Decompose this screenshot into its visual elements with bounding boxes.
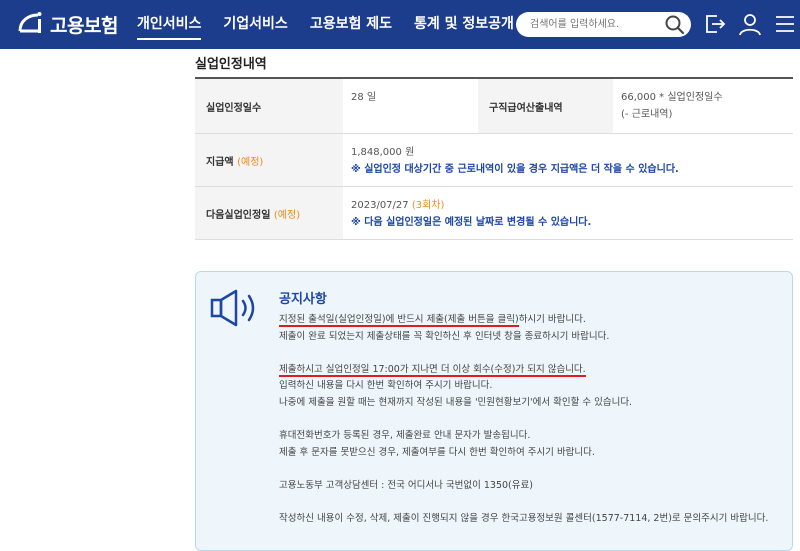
- menu-icon[interactable]: [774, 12, 796, 36]
- notice-line: 나중에 제출을 원할 때는 현재까지 작성된 내용을 '민원현황보기'에서 확인…: [279, 396, 633, 408]
- next-note: ※ 다음 실업인정일은 예정된 날짜로 변경될 수 있습니다.: [351, 217, 592, 228]
- next-value: 2023/07/27: [351, 200, 409, 211]
- notice-line: 지정된 출석일(실업인정일)에 반드시 제출(제출 버튼을 클릭)하시기 바랍니…: [279, 312, 784, 329]
- next-label-tag: (예정): [273, 209, 301, 221]
- calc-value-line-2: (- 근로내역): [621, 109, 673, 120]
- table-row: 다음실업인정일 (예정) 2023/07/27 (3회차) ※ 다음 실업인정일…: [195, 187, 793, 240]
- nav-statistics[interactable]: 통계 및 정보공개: [414, 0, 514, 49]
- notice-line: 고용노동부 고객상담센터 : 전국 어디서나 국번없이 1350(유료): [279, 479, 533, 491]
- main-nav: 개인서비스 기업서비스 고용보험 제도 통계 및 정보공개: [137, 0, 536, 49]
- next-value-cell: 2023/07/27 (3회차) ※ 다음 실업인정일은 예정된 날짜로 변경될…: [343, 187, 793, 239]
- search-icon[interactable]: [664, 14, 685, 35]
- notice-line: 입력하신 내용을 다시 한번 확인하여 주시기 바랍니다.: [279, 380, 493, 392]
- pay-label: 지급액 (예정): [195, 134, 343, 186]
- logout-icon[interactable]: [703, 12, 727, 36]
- next-label: 다음실업인정일 (예정): [195, 187, 343, 239]
- section-title: 실업인정내역: [195, 57, 267, 72]
- notice-text: 하시기 바랍니다.: [518, 314, 586, 325]
- logo[interactable]: 고용보험: [16, 9, 118, 39]
- days-value: 28 일: [351, 92, 377, 103]
- notice-line: 제출이 완료 되었는지 제출상태를 꼭 확인하신 후 인터넷 창을 종료하시기 …: [279, 330, 610, 342]
- table-row: 실업인정일수 28 일 구직급여산출내역 66,000 * 실업인정일수 (- …: [195, 79, 793, 134]
- notice-line: 작성하신 내용이 수정, 삭제, 제출이 진행되지 않을 경우 한국고용정보원 …: [279, 513, 769, 525]
- logo-mark-icon: [18, 12, 42, 33]
- nav-insurance-system[interactable]: 고용보험 제도: [310, 0, 392, 49]
- unemployment-info-table: 실업인정일수 28 일 구직급여산출내역 66,000 * 실업인정일수 (- …: [195, 77, 793, 240]
- pay-label-text: 지급액: [206, 156, 234, 168]
- search-box: [516, 12, 691, 37]
- calc-value-line-1: 66,000 * 실업인정일수: [621, 92, 723, 103]
- calc-value: 66,000 * 실업인정일수 (- 근로내역): [613, 79, 793, 133]
- top-header: 고용보험 개인서비스 기업서비스 고용보험 제도 통계 및 정보공개: [0, 0, 800, 49]
- pay-value-cell: 1,848,000 원 ※ 실업인정 대상기간 중 근로내역이 있을 경우 지급…: [343, 134, 793, 186]
- speaker-icon: [210, 289, 255, 327]
- notice-line: 휴대전화번호가 등록된 경우, 제출완료 안내 문자가 발송됩니다.: [279, 430, 531, 442]
- nav-personal-service[interactable]: 개인서비스: [137, 0, 202, 49]
- logo-text: 고용보험: [50, 14, 118, 37]
- next-label-text: 다음실업인정일: [206, 209, 271, 221]
- pay-value: 1,848,000 원: [351, 147, 415, 158]
- notice-body: 지정된 출석일(실업인정일)에 반드시 제출(제출 버튼을 클릭)하시기 바랍니…: [279, 312, 784, 528]
- pay-label-tag: (예정): [237, 156, 264, 168]
- notice-underlined-text: 제출하시고 실업인정일 17:00가 지나면 더 이상 회수(수정)가 되지 않…: [279, 363, 586, 377]
- table-row: 지급액 (예정) 1,848,000 원 ※ 실업인정 대상기간 중 근로내역이…: [195, 134, 793, 187]
- notice-box: 공지사항 지정된 출석일(실업인정일)에 반드시 제출(제출 버튼을 클릭)하시…: [195, 271, 793, 551]
- calc-label: 구직급여산출내역: [478, 79, 613, 133]
- user-icon[interactable]: [738, 12, 762, 36]
- notice-line: 제출하시고 실업인정일 17:00가 지나면 더 이상 회수(수정)가 되지 않…: [279, 362, 784, 379]
- next-round: (3회차): [411, 200, 445, 211]
- notice-title: 공지사항: [279, 292, 327, 307]
- days-label: 실업인정일수: [195, 79, 343, 133]
- notice-line: 제출 후 문자를 못받으신 경우, 제출여부를 다시 한번 확인하여 주시기 바…: [279, 446, 595, 458]
- nav-business-service[interactable]: 기업서비스: [223, 0, 287, 49]
- search-input[interactable]: [530, 16, 660, 33]
- pay-note: ※ 실업인정 대상기간 중 근로내역이 있을 경우 지급액은 더 작을 수 있습…: [351, 164, 679, 175]
- notice-underlined-text: 지정된 출석일(실업인정일)에 반드시 제출(제출 버튼을 클릭): [279, 314, 519, 327]
